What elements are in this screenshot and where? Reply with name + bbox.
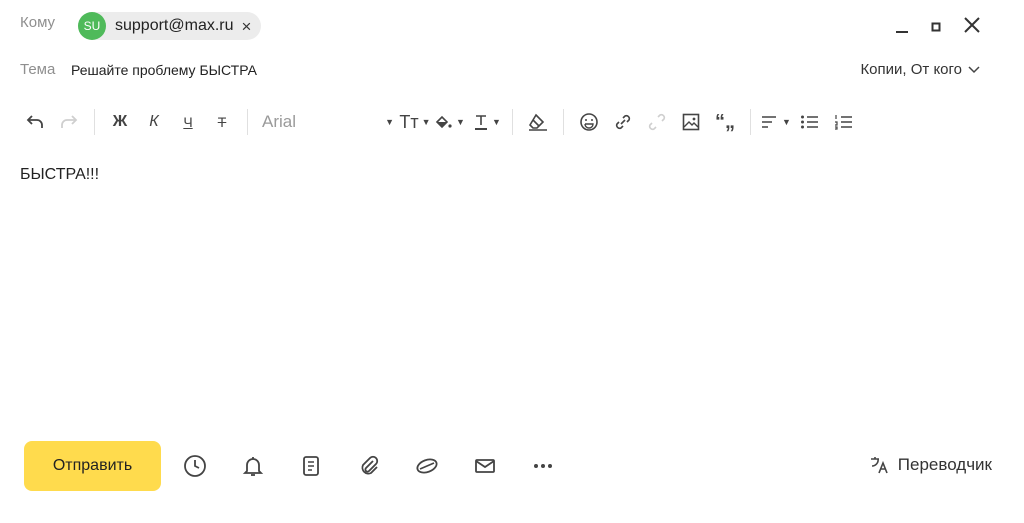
fill-color-button[interactable]: ▼ [432, 105, 466, 139]
bulleted-list-icon [801, 115, 818, 129]
message-body[interactable]: БЫСТРА!!! [20, 166, 99, 184]
underline-icon: Ч [183, 114, 193, 130]
reminder-bell-icon [242, 457, 264, 476]
translator-label: Переводчик [897, 455, 992, 474]
restore-icon [931, 22, 941, 32]
avatar: SU [78, 12, 106, 40]
minimize-button[interactable] [887, 12, 917, 42]
more-button[interactable] [528, 451, 558, 481]
recipient-chip[interactable]: SU support@max.ru × [78, 12, 262, 40]
align-button[interactable]: ▼ [759, 105, 793, 139]
translate-icon [870, 457, 888, 474]
subject-label: Тема [20, 61, 56, 78]
italic-button[interactable]: К [137, 105, 171, 139]
cc-from-toggle[interactable]: Копии, От кого [860, 61, 980, 78]
fill-color-icon [435, 115, 452, 129]
link-button[interactable] [606, 105, 640, 139]
recipient-email: support@max.ru [115, 17, 234, 34]
bold-icon: Ж [112, 113, 128, 130]
notify-button[interactable] [470, 451, 500, 481]
numbered-list-button[interactable] [827, 105, 861, 139]
font-size-button[interactable]: Тт ▼ [398, 105, 432, 139]
bold-button[interactable]: Ж [103, 105, 137, 139]
align-icon [762, 116, 777, 128]
font-size-icon: Тт [399, 111, 419, 132]
unlink-icon [648, 113, 666, 131]
attach-from-disk-button[interactable] [412, 451, 442, 481]
subject-input[interactable]: Решайте проблему БЫСТРА [71, 62, 257, 78]
toolbar-divider [94, 109, 95, 135]
reminder-button[interactable] [238, 451, 268, 481]
to-label: Кому [20, 14, 56, 31]
bulleted-list-button[interactable] [793, 105, 827, 139]
redo-icon [61, 115, 78, 128]
caret-down-icon: ▼ [492, 117, 501, 127]
minimize-icon [896, 31, 908, 33]
formatting-toolbar: Ж К Ч Т Arial ▼ Тт ▼ ▼ ▼ “„ ▼ [18, 104, 861, 140]
toolbar-divider [563, 109, 564, 135]
text-color-button[interactable]: ▼ [470, 105, 504, 139]
caret-down-icon: ▼ [385, 117, 394, 127]
image-button[interactable] [674, 105, 708, 139]
unlink-button[interactable] [640, 105, 674, 139]
envelope-icon [475, 459, 495, 473]
send-button[interactable]: Отправить [24, 441, 161, 491]
toolbar-divider [247, 109, 248, 135]
underline-button[interactable]: Ч [171, 105, 205, 139]
caret-down-icon: ▼ [456, 117, 465, 127]
image-icon [682, 113, 700, 131]
translator-button[interactable]: Переводчик [868, 454, 992, 476]
more-dots-icon [534, 464, 552, 468]
close-button[interactable] [957, 10, 987, 40]
caret-down-icon: ▼ [421, 117, 431, 127]
quote-icon: “„ [715, 110, 735, 133]
toolbar-divider [750, 109, 751, 135]
toolbar-divider [512, 109, 513, 135]
cc-from-label: Копии, От кого [860, 61, 962, 78]
italic-icon: К [149, 113, 159, 130]
remove-recipient-button[interactable]: × [242, 18, 252, 35]
font-family-select[interactable]: Arial ▼ [256, 105, 396, 139]
text-color-icon [475, 115, 488, 130]
clear-format-button[interactable] [521, 105, 555, 139]
restore-button[interactable] [921, 12, 951, 42]
link-icon [615, 114, 631, 130]
quote-button[interactable]: “„ [708, 105, 742, 139]
clear-format-icon [528, 113, 547, 131]
numbered-list-icon [835, 115, 852, 130]
undo-icon [26, 115, 43, 128]
template-button[interactable] [296, 451, 326, 481]
redo-button[interactable] [52, 105, 86, 139]
template-icon [303, 456, 319, 476]
schedule-send-button[interactable] [180, 451, 210, 481]
emoji-icon [580, 113, 598, 131]
attach-button[interactable] [354, 451, 384, 481]
attach-paperclip-icon [361, 455, 379, 475]
strikethrough-button[interactable]: Т [205, 105, 239, 139]
undo-button[interactable] [18, 105, 52, 139]
font-family-value: Arial [262, 112, 297, 131]
schedule-clock-icon [184, 455, 206, 477]
disk-icon [416, 458, 438, 474]
strikethrough-icon: Т [217, 114, 227, 130]
emoji-button[interactable] [572, 105, 606, 139]
caret-down-icon: ▼ [782, 117, 791, 127]
close-icon [964, 17, 980, 33]
chevron-down-icon [968, 65, 980, 73]
